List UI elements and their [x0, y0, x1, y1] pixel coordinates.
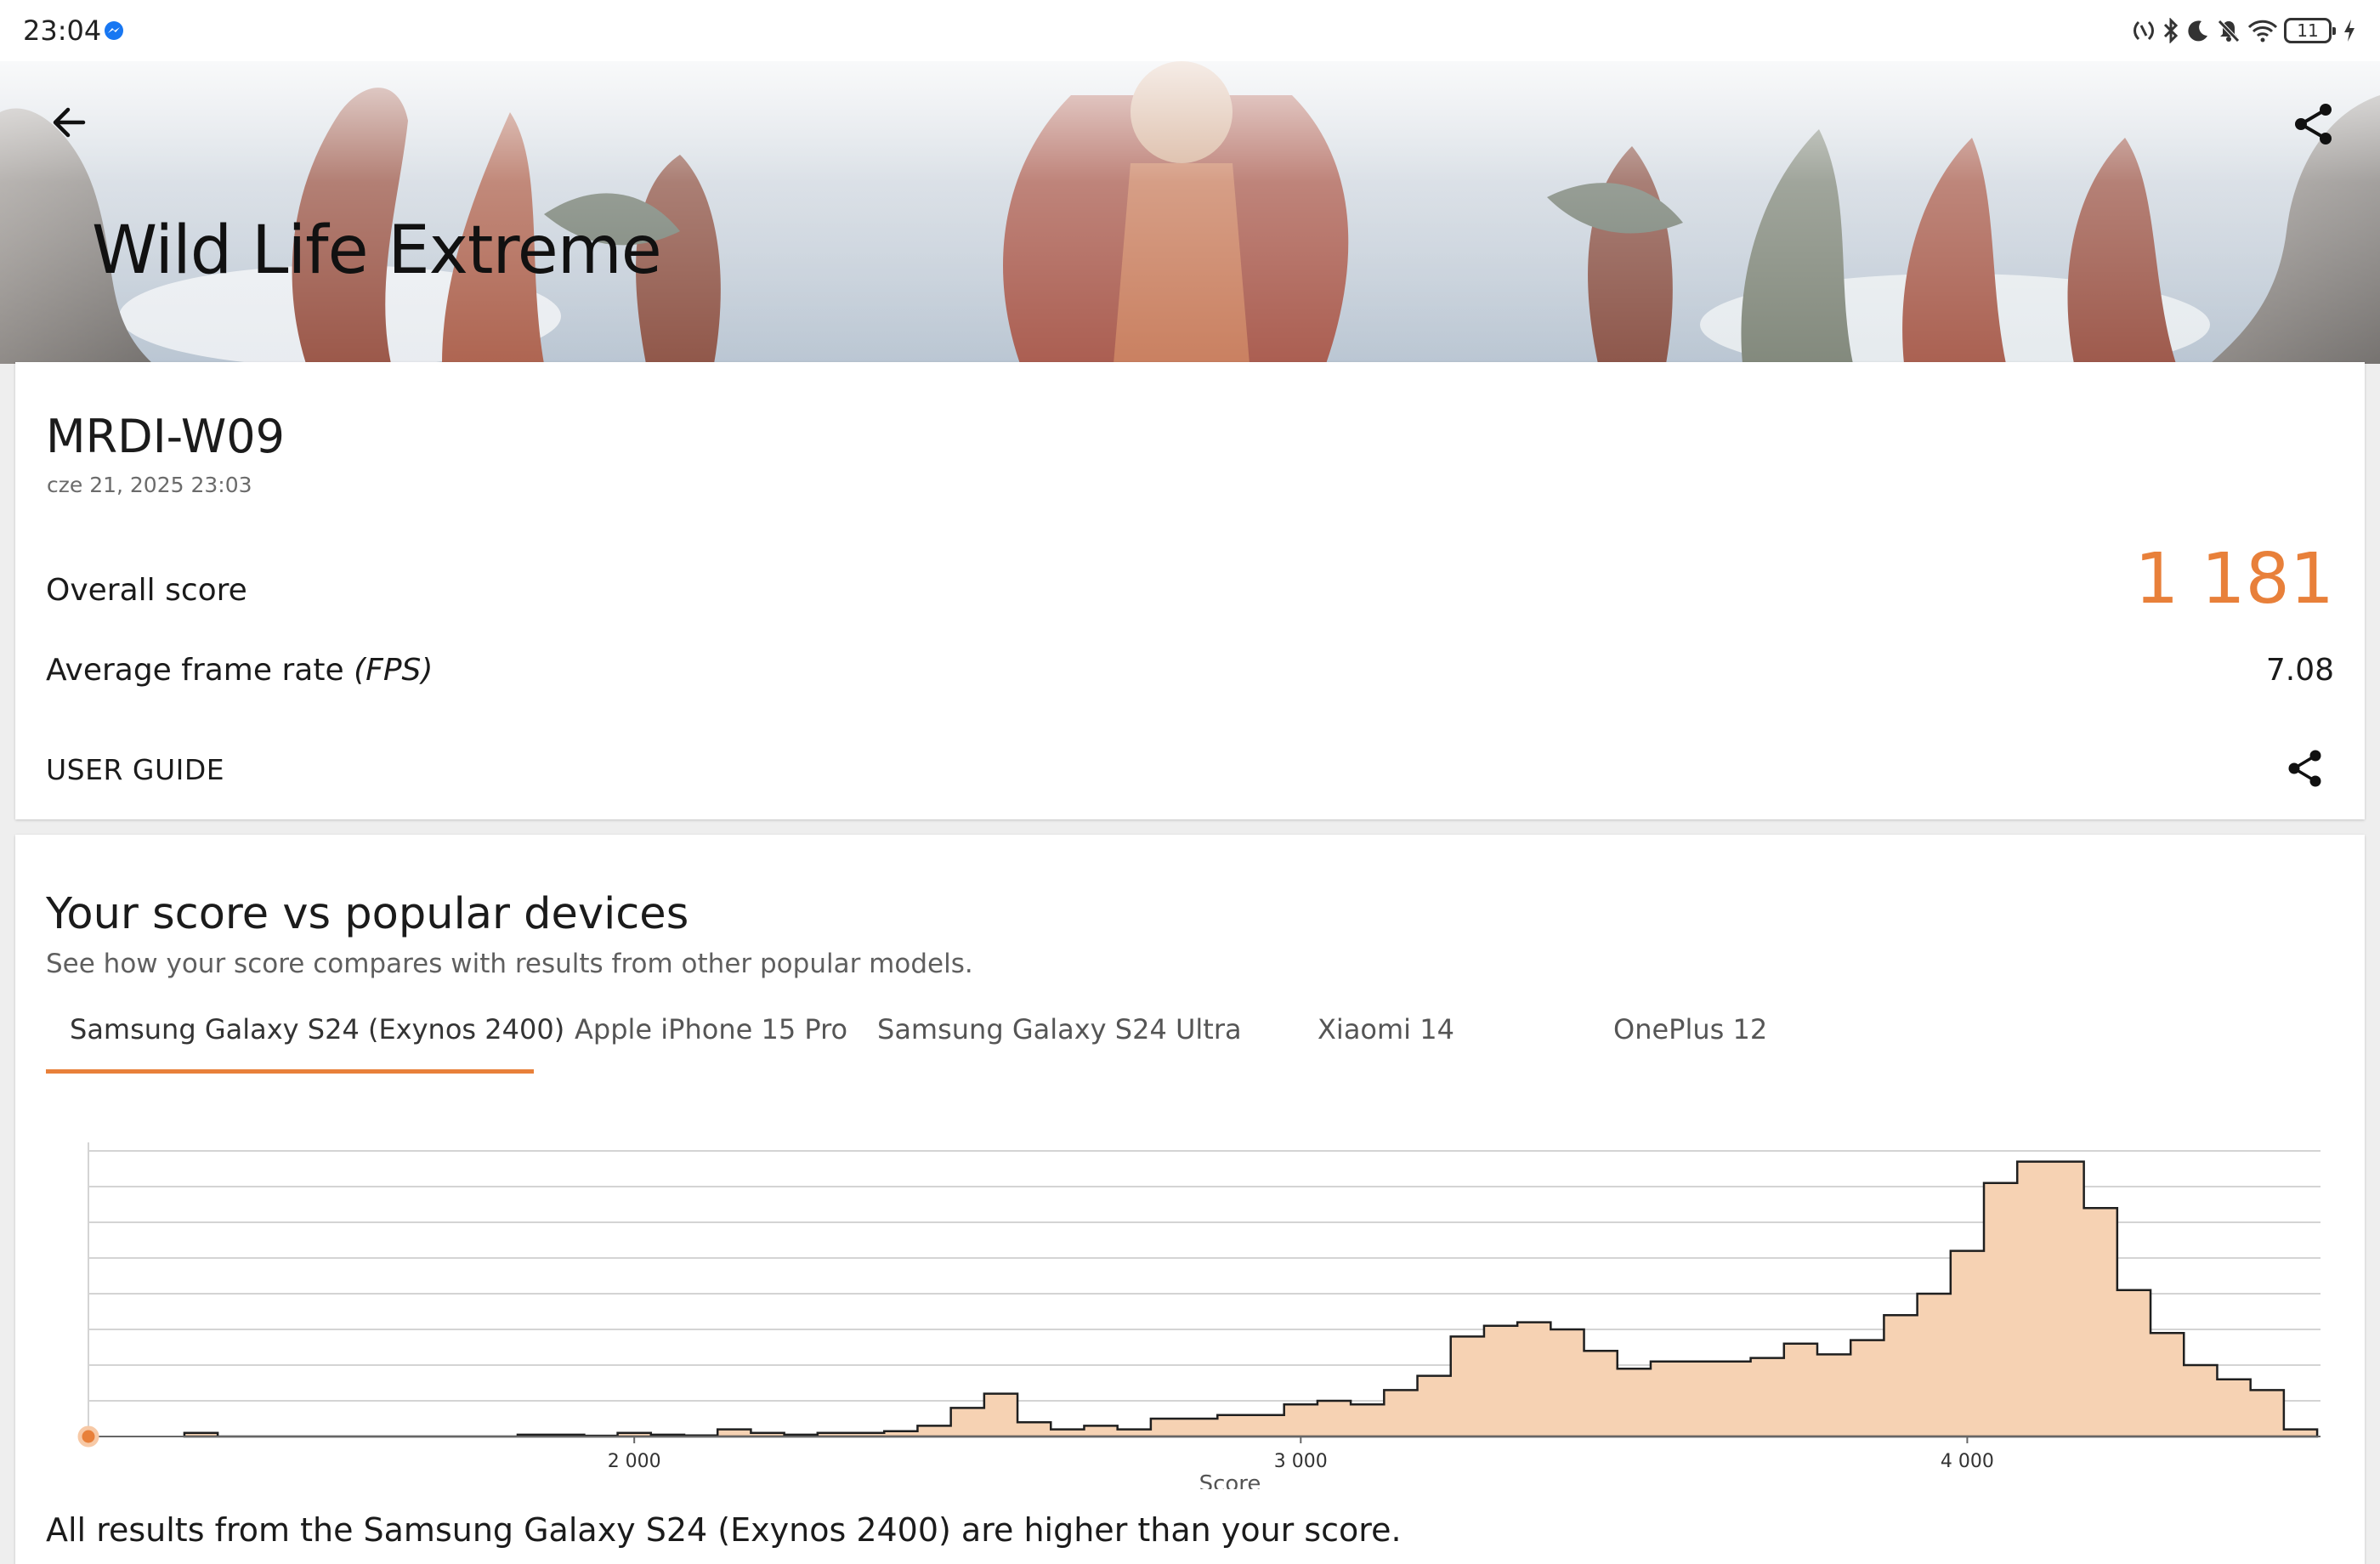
score-distribution-chart: 2 000 3 000 4 000 Score — [77, 1142, 2320, 1489]
share-icon — [2295, 104, 2332, 144]
x-axis-label: Score — [1199, 1471, 1261, 1489]
arrow-left-icon — [53, 107, 86, 138]
wifi-icon — [2247, 19, 2278, 42]
active-tab-indicator — [46, 1069, 534, 1074]
x-tick-label: 2 000 — [608, 1451, 661, 1472]
header-share-button[interactable] — [2288, 99, 2339, 150]
comparison-footer: All results from the Samsung Galaxy S24 … — [46, 1511, 1402, 1549]
hero-banner: Wild Life Extreme — [0, 61, 2380, 364]
battery-icon: 11 — [2284, 18, 2336, 43]
fps-value: 7.08 — [2265, 653, 2334, 688]
user-guide-link[interactable]: USER GUIDE — [46, 753, 224, 786]
mute-icon — [2216, 18, 2241, 43]
back-button[interactable] — [46, 99, 94, 146]
device-name: MRDI-W09 — [46, 410, 286, 463]
tab-oneplus-12[interactable]: OnePlus 12 — [1613, 1013, 1767, 1074]
comparison-card: Your score vs popular devices See how yo… — [15, 835, 2365, 1564]
comparison-subtitle: See how your score compares with results… — [46, 949, 973, 979]
overall-score-label: Overall score — [46, 573, 247, 608]
x-tick-label: 4 000 — [1941, 1451, 1994, 1472]
result-card: MRDI-W09 cze 21, 2025 23:03 Overall scor… — [15, 362, 2365, 819]
overall-score-value: 1 181 — [2134, 539, 2334, 620]
status-icons: 11 — [2132, 15, 2356, 46]
tab-samsung-galaxy-s24-exynos[interactable]: Samsung Galaxy S24 (Exynos 2400) — [70, 1013, 564, 1074]
comparison-title: Your score vs popular devices — [46, 889, 689, 939]
share-icon — [2288, 750, 2321, 787]
page-title: Wild Life Extreme — [92, 212, 662, 289]
result-share-button[interactable] — [2283, 746, 2327, 790]
messenger-icon — [104, 20, 124, 41]
nfc-icon — [2132, 19, 2156, 42]
tab-apple-iphone-15-pro[interactable]: Apple iPhone 15 Pro — [575, 1013, 847, 1074]
tab-samsung-galaxy-s24-ultra[interactable]: Samsung Galaxy S24 Ultra — [877, 1013, 1242, 1074]
your-score-marker — [77, 1425, 99, 1448]
fps-unit: (FPS) — [354, 653, 434, 688]
result-date: cze 21, 2025 23:03 — [47, 473, 252, 497]
status-bar: 23:04 11 — [0, 0, 2380, 61]
distribution-area — [183, 1160, 2319, 1438]
charging-icon — [2343, 18, 2356, 43]
x-axis-ticks: 2 000 3 000 4 000 — [608, 1436, 1994, 1472]
tab-xiaomi-14[interactable]: Xiaomi 14 — [1318, 1013, 1454, 1074]
fps-label-text: Average frame rate — [46, 653, 344, 688]
status-time: 23:04 — [23, 14, 102, 47]
x-tick-label: 3 000 — [1274, 1451, 1328, 1472]
fps-label: Average frame rate (FPS) — [46, 653, 433, 688]
bluetooth-icon — [2162, 18, 2180, 43]
moon-icon — [2186, 19, 2210, 42]
device-tabs: Samsung Galaxy S24 (Exynos 2400) Apple i… — [46, 1013, 2341, 1074]
